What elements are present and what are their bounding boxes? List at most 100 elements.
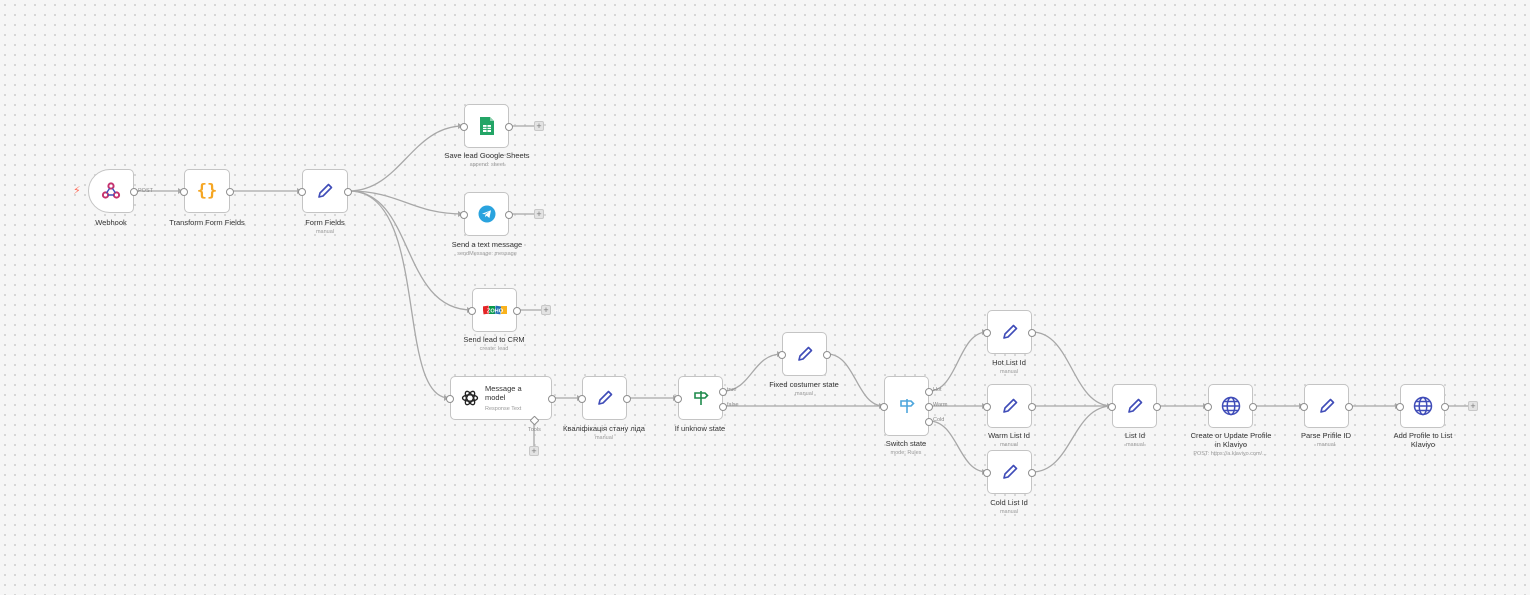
input-handle[interactable] (446, 395, 454, 403)
output-handle-warm[interactable] (925, 403, 933, 411)
node-form-fields[interactable] (298, 169, 352, 213)
node-subtitle: manual (794, 391, 814, 397)
output-handle[interactable] (130, 188, 138, 196)
pencil-icon (999, 461, 1021, 483)
output-handle[interactable] (226, 188, 234, 196)
input-handle[interactable] (578, 395, 586, 403)
add-node-button[interactable]: + (1468, 401, 1478, 411)
output-handle[interactable] (505, 211, 513, 219)
pencil-icon (999, 395, 1021, 417)
node-subtitle: manual (315, 229, 335, 235)
node-subtitle: manual (1316, 442, 1336, 448)
node-list-id[interactable] (1108, 384, 1161, 428)
node-subtitle: POST: https://a.klaviyo.com/... (1193, 451, 1267, 457)
input-handle[interactable] (298, 188, 306, 196)
node-subtitle: manual (999, 509, 1019, 515)
input-handle[interactable] (880, 403, 888, 411)
output-handle-false[interactable] (719, 403, 727, 411)
output-handle[interactable] (1028, 469, 1036, 477)
pencil-icon (1316, 395, 1338, 417)
node-title: Parse Prifile ID (1300, 431, 1351, 440)
node-if-unknow-state[interactable] (674, 376, 727, 420)
node-fixed-costumer-state[interactable] (778, 332, 831, 376)
node-send-text-message[interactable] (460, 192, 513, 236)
input-handle[interactable] (778, 351, 786, 359)
output-handle[interactable] (1028, 329, 1036, 337)
output-handle[interactable] (1345, 403, 1353, 411)
input-handle[interactable] (1108, 403, 1116, 411)
input-handle[interactable] (468, 307, 476, 315)
node-cold-list-id[interactable] (983, 450, 1036, 494)
input-handle[interactable] (983, 329, 991, 337)
output-handle[interactable] (1249, 403, 1257, 411)
node-title: If unknow state (674, 424, 726, 433)
node-hot-list-id[interactable] (983, 310, 1036, 354)
output-handle-true[interactable] (719, 388, 727, 396)
node-switch-state[interactable] (880, 376, 933, 436)
add-node-button[interactable]: + (534, 209, 544, 219)
node-subtitle: manual (999, 369, 1019, 375)
node-title: Cold List Id (990, 498, 1028, 507)
pencil-icon (999, 321, 1021, 343)
node-lead-qualification[interactable] (578, 376, 631, 420)
pencil-icon (594, 387, 616, 409)
openai-icon (459, 387, 481, 409)
input-handle[interactable] (983, 403, 991, 411)
input-handle[interactable] (1204, 403, 1212, 411)
node-title: Add Profile to List Klaviyo (1393, 431, 1453, 449)
edge-form-telegram (348, 190, 464, 215)
trigger-bolt-icon: ⚡ (73, 185, 81, 197)
code-braces-icon: {} (196, 181, 218, 201)
node-send-lead-to-crm[interactable]: ZOHO (468, 288, 521, 332)
edge-label-warm: Warm (933, 402, 948, 408)
node-title: Hot List Id (992, 358, 1026, 367)
zoho-logo-text: ZOHO (486, 308, 503, 314)
add-node-button[interactable]: + (534, 121, 544, 131)
node-subtitle: mode: Rules (890, 450, 922, 456)
node-title: Send lead to CRM (463, 335, 525, 344)
output-handle-cold[interactable] (925, 418, 933, 426)
telegram-icon (476, 203, 498, 225)
input-handle[interactable] (180, 188, 188, 196)
node-transform-form-fields[interactable]: {} (180, 169, 234, 213)
edge-label-false: false (727, 402, 739, 408)
node-message-a-model[interactable]: Message a model Response Text (446, 376, 556, 426)
node-title: Send a text message (451, 240, 523, 249)
node-title: Warm List Id (988, 431, 1030, 440)
output-handle[interactable] (548, 395, 556, 403)
output-handle[interactable] (505, 123, 513, 131)
node-title: List Id (1124, 431, 1145, 440)
node-create-update-profile-klaviyo[interactable] (1204, 384, 1257, 428)
node-webhook[interactable] (88, 169, 138, 213)
node-title: Save lead Google Sheets (444, 151, 530, 160)
node-parse-prifile-id[interactable] (1300, 384, 1353, 428)
node-title: Form Fields (305, 218, 345, 227)
output-handle[interactable] (344, 188, 352, 196)
input-handle[interactable] (983, 469, 991, 477)
zoho-crm-icon: ZOHO (482, 299, 507, 321)
output-handle[interactable] (1441, 403, 1449, 411)
input-handle[interactable] (1396, 403, 1404, 411)
webhook-icon (100, 180, 122, 202)
pencil-icon (794, 343, 816, 365)
node-save-lead-google-sheets[interactable] (460, 104, 513, 148)
input-handle[interactable] (460, 211, 468, 219)
node-warm-list-id[interactable] (983, 384, 1036, 428)
input-handle[interactable] (674, 395, 682, 403)
output-handle[interactable] (1153, 403, 1161, 411)
input-handle[interactable] (1300, 403, 1308, 411)
google-sheets-icon (476, 115, 498, 137)
output-handle-hot[interactable] (925, 388, 933, 396)
add-node-button[interactable]: + (541, 305, 551, 315)
output-handle[interactable] (823, 351, 831, 359)
node-subtitle: manual (999, 442, 1019, 448)
output-handle[interactable] (623, 395, 631, 403)
output-handle[interactable] (1028, 403, 1036, 411)
node-subtitle: append: sheet (469, 162, 505, 168)
node-add-profile-to-list-klaviyo[interactable] (1396, 384, 1449, 428)
edge-label-post: POST (138, 188, 153, 194)
add-tool-button[interactable]: + (529, 446, 539, 456)
input-handle[interactable] (460, 123, 468, 131)
output-handle[interactable] (513, 307, 521, 315)
node-subtitle: manual (1125, 442, 1145, 448)
